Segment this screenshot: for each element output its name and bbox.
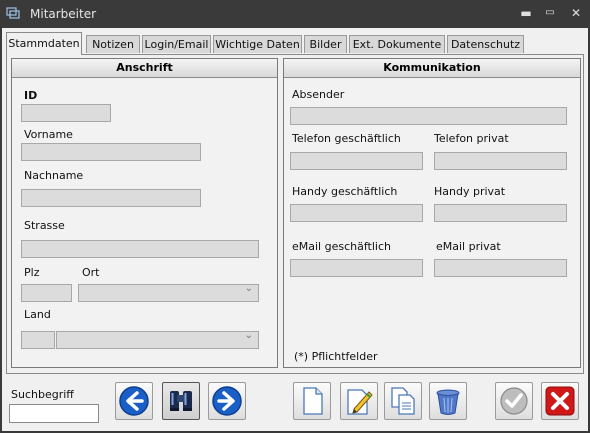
forward-arrow-icon	[212, 386, 242, 416]
edit-record-button[interactable]	[340, 382, 378, 420]
telefon-geschaeftlich-label: Telefon geschäftlich	[292, 132, 401, 145]
absender-field[interactable]	[290, 107, 567, 125]
land-label: Land	[24, 308, 51, 321]
next-record-button[interactable]	[208, 382, 246, 420]
application-window: Mitarbeiter ▬ ▭ ✕ Stammdaten Notizen Log…	[0, 0, 590, 433]
search-button[interactable]	[162, 382, 200, 420]
new-document-icon	[303, 387, 323, 415]
minimize-icon[interactable]: ▬	[518, 6, 534, 20]
edit-document-icon	[347, 389, 373, 415]
close-icon[interactable]: ✕	[568, 6, 584, 20]
email-privat-label: eMail privat	[436, 240, 501, 253]
land-combobox[interactable]	[56, 330, 259, 349]
binoculars-icon	[170, 391, 192, 411]
ort-combobox[interactable]	[78, 283, 259, 302]
copy-document-icon	[391, 387, 415, 415]
confirm-check-icon	[500, 387, 528, 415]
kommunikation-header: Kommunikation	[284, 59, 580, 78]
cancel-x-icon	[545, 386, 575, 416]
email-geschaeftlich-label: eMail geschäftlich	[292, 240, 391, 253]
cancel-button[interactable]	[541, 382, 579, 420]
suchbegriff-label: Suchbegriff	[11, 388, 74, 401]
new-record-button[interactable]	[293, 382, 331, 420]
tab-login-email[interactable]: Login/Email	[142, 35, 211, 53]
ort-label: Ort	[82, 266, 100, 279]
vorname-field[interactable]	[21, 143, 201, 161]
handy-geschaeftlich-label: Handy geschäftlich	[292, 185, 398, 198]
window-title: Mitarbeiter	[30, 7, 97, 21]
copy-record-button[interactable]	[384, 382, 422, 420]
nachname-field[interactable]	[21, 189, 201, 207]
strasse-label: Strasse	[24, 219, 65, 232]
tab-wichtige-daten[interactable]: Wichtige Daten	[213, 35, 302, 53]
anschrift-header: Anschrift	[12, 59, 277, 78]
plz-label: Plz	[24, 266, 40, 279]
previous-record-button[interactable]	[115, 382, 153, 420]
delete-record-button[interactable]	[429, 382, 467, 420]
telefon-privat-field[interactable]	[434, 152, 567, 170]
tab-datenschutz[interactable]: Datenschutz	[447, 35, 524, 53]
land-code-field[interactable]	[21, 331, 55, 349]
id-label: ID	[24, 89, 38, 102]
email-privat-field[interactable]	[434, 259, 567, 277]
strasse-field[interactable]	[21, 240, 259, 258]
email-geschaeftlich-field[interactable]	[290, 259, 423, 277]
suchbegriff-input[interactable]	[9, 404, 99, 423]
handy-geschaeftlich-field[interactable]	[290, 204, 423, 222]
form-area: Stammdaten Notizen Login/Email Wichtige …	[2, 28, 588, 431]
title-bar: Mitarbeiter ▬ ▭ ✕	[0, 0, 590, 28]
telefon-privat-label: Telefon privat	[434, 132, 509, 145]
vorname-label: Vorname	[24, 128, 73, 141]
nachname-label: Nachname	[24, 169, 84, 182]
plz-field[interactable]	[21, 284, 72, 302]
telefon-geschaeftlich-field[interactable]	[290, 152, 423, 170]
absender-label: Absender	[292, 88, 345, 101]
kommunikation-group: Kommunikation Absender Telefon geschäftl…	[283, 58, 581, 368]
handy-privat-label: Handy privat	[434, 185, 506, 198]
app-window-icon	[6, 7, 20, 19]
tab-bilder[interactable]: Bilder	[304, 35, 347, 53]
tab-stammdaten[interactable]: Stammdaten	[6, 32, 82, 55]
anschrift-group: Anschrift ID Vorname Nachname Strasse Pl…	[11, 58, 278, 368]
back-arrow-icon	[119, 386, 149, 416]
pflichtfelder-note: (*) Pflichtfelder	[294, 350, 378, 363]
tab-notizen[interactable]: Notizen	[86, 35, 140, 53]
id-field[interactable]	[21, 104, 111, 122]
stammdaten-panel: Anschrift ID Vorname Nachname Strasse Pl…	[6, 54, 584, 374]
tab-ext-dokumente[interactable]: Ext. Dokumente	[349, 35, 445, 53]
maximize-icon[interactable]: ▭	[542, 6, 558, 20]
trash-icon	[436, 389, 460, 415]
handy-privat-field[interactable]	[434, 204, 567, 222]
bottom-toolbar: Suchbegriff	[2, 376, 588, 431]
confirm-button[interactable]	[495, 382, 533, 420]
